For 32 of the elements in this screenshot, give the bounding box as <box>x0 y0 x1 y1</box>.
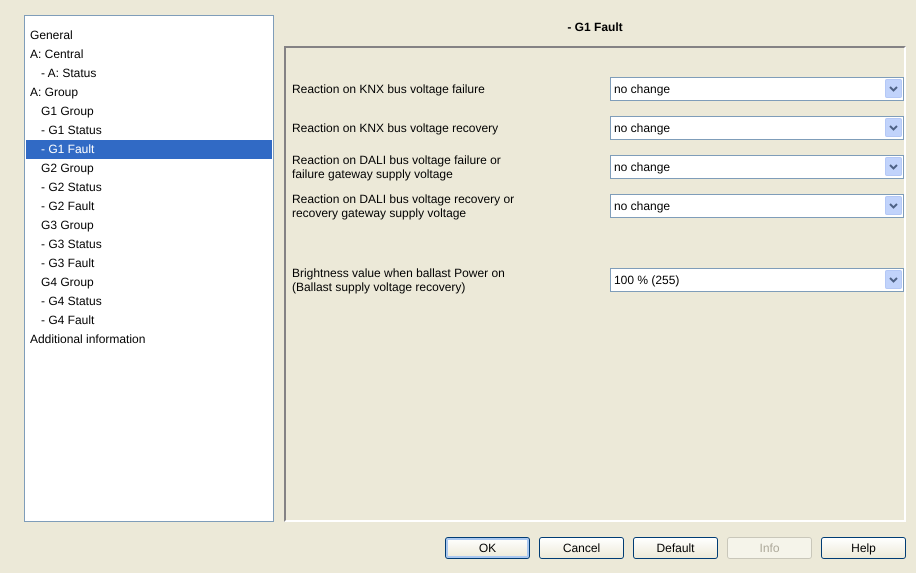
tree-item[interactable]: Additional information <box>26 330 272 349</box>
tree-item[interactable]: - G2 Fault <box>26 197 272 216</box>
dropdown[interactable]: no change <box>610 194 904 218</box>
dropdown[interactable]: 100 % (255) <box>610 268 904 292</box>
dropdown[interactable]: no change <box>610 154 904 178</box>
tree-item[interactable]: G4 Group <box>26 273 272 292</box>
tree-item[interactable]: - G2 Status <box>26 178 272 197</box>
dropdown[interactable]: no change <box>610 116 904 140</box>
dialog-button[interactable]: OK <box>445 536 530 558</box>
parameter-label: Brightness value when ballast Power on (Ballast supply voltage recovery) <box>292 266 506 294</box>
tree-item[interactable]: G1 Group <box>26 102 272 121</box>
tree-item[interactable]: - G3 Fault <box>26 254 272 273</box>
tree-item[interactable]: G2 Group <box>26 159 272 178</box>
tree-item[interactable]: General <box>26 26 272 45</box>
tree-item[interactable]: - G1 Status <box>26 121 272 140</box>
dropdown[interactable]: no change <box>610 76 904 100</box>
dialog-button[interactable]: Default <box>633 536 718 558</box>
parameter-label: Reaction on KNX bus voltage failure <box>292 82 486 96</box>
page-title: - G1 Fault <box>566 19 624 36</box>
parameter-label: Reaction on DALI bus voltage recovery or recovery gateway supply voltage <box>292 192 516 220</box>
tree-item[interactable]: - G3 Status <box>26 235 272 254</box>
tree-item[interactable]: A: Group <box>26 83 272 102</box>
tree-item[interactable]: - G4 Fault <box>26 311 272 330</box>
parameter-label: Reaction on KNX bus voltage recovery <box>292 120 500 134</box>
tree-item[interactable]: - G4 Status <box>26 292 272 311</box>
dialog-button[interactable]: Help <box>821 536 906 558</box>
tree-item[interactable]: - A: Status <box>26 64 272 83</box>
tree-item[interactable]: A: Central <box>26 45 272 64</box>
tree-item[interactable]: G3 Group <box>26 216 272 235</box>
parameter-label: Reaction on DALI bus voltage failure or failure gateway supply voltage <box>292 152 502 180</box>
dialog-button[interactable]: Cancel <box>539 536 624 558</box>
tree-item[interactable]: - G1 Fault <box>26 140 272 159</box>
